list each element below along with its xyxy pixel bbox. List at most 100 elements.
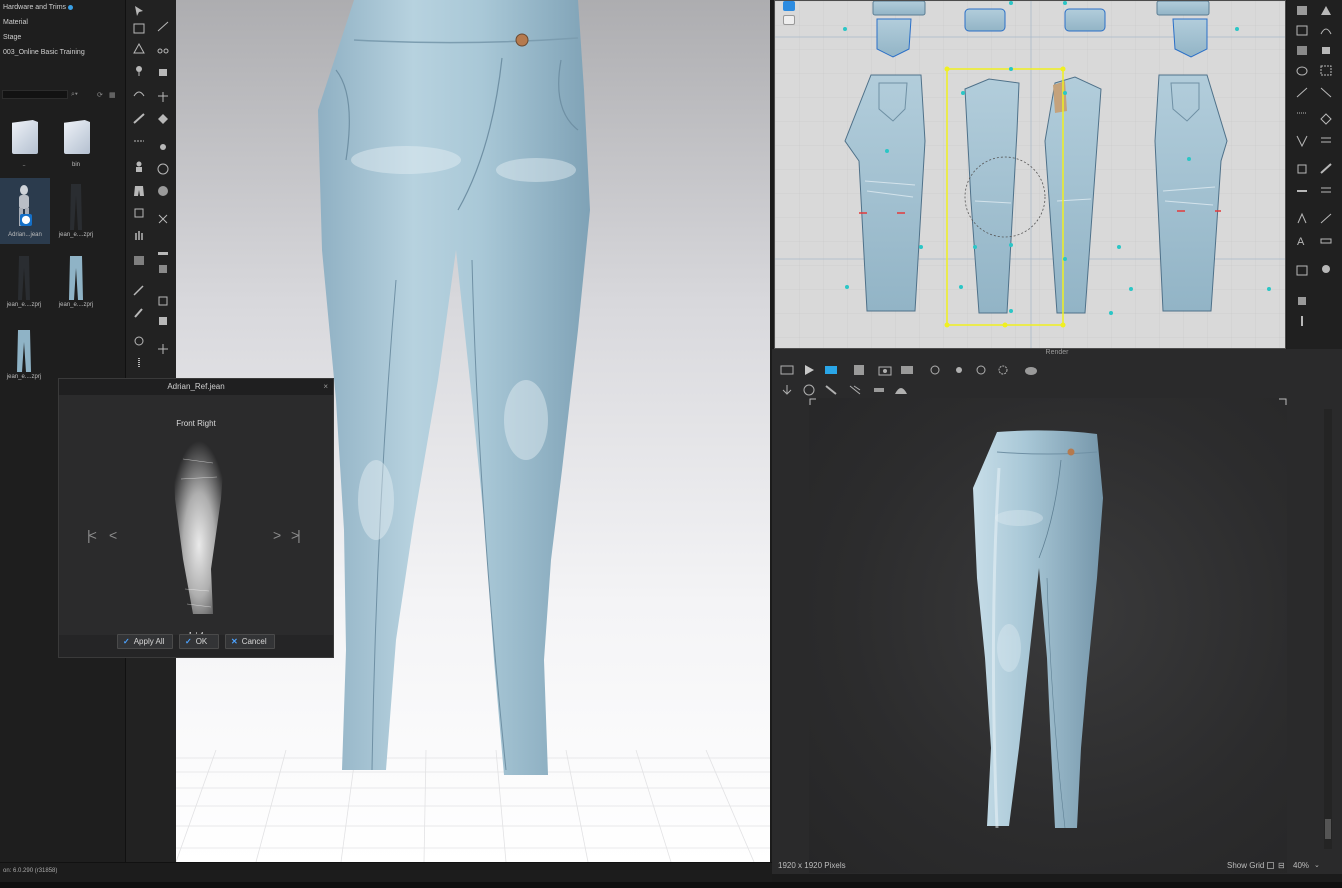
magnifier-icon[interactable]: ⌕▾ (71, 91, 78, 99)
plane-light-icon[interactable] (872, 383, 886, 395)
library-item-garment[interactable]: jean_e....zprj (52, 252, 100, 314)
align-tool-icon[interactable] (156, 20, 170, 33)
first-view-button[interactable]: |< (87, 527, 97, 543)
apply-all-button[interactable]: ✓ Apply All (117, 634, 173, 649)
transform-tool-icon[interactable] (132, 22, 146, 35)
shrink-tool-icon[interactable] (156, 212, 170, 225)
render-scrollbar[interactable] (1324, 409, 1332, 849)
play-render-icon[interactable] (802, 363, 816, 375)
ok-button[interactable]: ✓ OK (179, 634, 219, 649)
globe-tool-icon[interactable] (156, 162, 170, 175)
gear-icon[interactable] (996, 363, 1010, 375)
fold-tool-icon[interactable] (132, 86, 146, 99)
grid-view-icon[interactable]: ▦ (109, 91, 116, 99)
show-grid-checkbox[interactable] (1267, 862, 1274, 869)
sewing-tool-icon[interactable] (132, 134, 146, 147)
texture-2d-icon[interactable] (1295, 162, 1309, 175)
last-view-button[interactable]: >| (291, 527, 301, 543)
render-active-icon[interactable] (824, 363, 838, 375)
tack-tool-icon[interactable] (156, 90, 170, 103)
render-canvas[interactable] (809, 398, 1287, 873)
circle-point-icon[interactable] (156, 140, 170, 153)
graphic-icon[interactable] (1319, 162, 1333, 175)
ruler-icon[interactable] (1319, 234, 1333, 247)
library-item-parent-folder[interactable]: .. (0, 114, 48, 174)
trace-icon[interactable] (1319, 184, 1333, 197)
edit-sewing-icon[interactable] (1295, 106, 1309, 119)
download-icon[interactable] (780, 383, 794, 395)
info-icon[interactable] (68, 4, 74, 10)
zipper-2d-icon[interactable] (1295, 314, 1309, 327)
measure-tool-icon[interactable] (132, 112, 146, 125)
next-view-button[interactable]: > (273, 527, 281, 543)
grading-icon[interactable] (1295, 264, 1309, 277)
zoom-dropdown-icon[interactable]: ⊟ (1278, 857, 1285, 874)
avatar-tool-icon[interactable] (132, 160, 146, 173)
light-settings-icon[interactable] (952, 363, 966, 375)
pattern-window-2d[interactable] (774, 0, 1286, 349)
measure-2d-icon[interactable] (1319, 212, 1333, 225)
light-beam-icon[interactable] (848, 383, 862, 395)
library-link-training[interactable]: 003_Online Basic Training (3, 49, 85, 56)
texture-tool-icon[interactable] (132, 254, 146, 267)
square-tool-icon[interactable] (156, 314, 170, 327)
pattern-mode-icon[interactable] (783, 1, 795, 11)
cancel-button[interactable]: ✕ Cancel (225, 634, 275, 649)
internal-polygon-icon[interactable] (1319, 64, 1333, 77)
image-mode-icon[interactable] (852, 363, 866, 375)
hand-tool-icon[interactable] (132, 228, 146, 241)
edit-texture-icon[interactable] (132, 284, 146, 297)
select-move-tool-icon[interactable] (132, 4, 146, 17)
topstitch-icon[interactable] (1319, 112, 1333, 125)
polygon-icon[interactable] (1295, 44, 1309, 57)
library-search-input[interactable] (2, 90, 68, 99)
select-mesh-icon[interactable] (132, 42, 146, 55)
library-item-garment[interactable]: jean_e....zprj (0, 252, 48, 314)
text-tool-icon[interactable]: A (1295, 234, 1309, 247)
ellipse-icon[interactable] (1295, 64, 1309, 77)
flatten-tool-icon[interactable] (156, 244, 170, 257)
library-link-material[interactable]: Material (3, 19, 28, 26)
library-item-garment[interactable]: jean_e....zprj (0, 326, 48, 386)
edit-point-icon[interactable] (1319, 4, 1333, 17)
globe-icon[interactable] (802, 383, 816, 396)
refresh-icon[interactable]: ⟳ (97, 91, 103, 99)
spotlight-icon[interactable] (824, 383, 838, 395)
button-2d-icon[interactable] (1319, 262, 1333, 275)
library-link-stage[interactable]: Stage (3, 34, 21, 41)
library-item-garment[interactable]: jean_e....zprj (52, 178, 100, 244)
cut-tool-icon[interactable] (156, 42, 170, 55)
jeans-3d-model[interactable] (316, 0, 591, 780)
button-tool-icon[interactable] (132, 334, 146, 347)
pin-tool-icon[interactable] (132, 64, 146, 77)
cloud-icon[interactable] (1024, 363, 1038, 375)
close-icon[interactable]: × (323, 382, 328, 391)
expand-tool-icon[interactable] (156, 342, 170, 355)
garment-tool-icon[interactable] (132, 184, 146, 197)
edit-pattern-icon[interactable] (1295, 4, 1309, 17)
diamond-tool-icon[interactable] (156, 112, 170, 125)
library-link-hardware[interactable]: Hardware and Trims (3, 4, 74, 11)
render-options-icon[interactable] (928, 363, 942, 375)
prev-view-button[interactable]: < (109, 527, 117, 543)
pleat-icon[interactable] (1319, 134, 1333, 147)
environment-icon[interactable] (974, 363, 988, 375)
arrangement-tool-icon[interactable] (132, 206, 146, 219)
video-icon[interactable] (900, 363, 914, 375)
free-sewing-icon[interactable] (1319, 86, 1333, 99)
edit-texture-2d-icon[interactable] (1295, 184, 1309, 197)
chevron-down-icon[interactable]: ⌄ (1314, 857, 1320, 874)
scrollbar-thumb[interactable] (1325, 819, 1331, 839)
fabric-icon[interactable] (1295, 294, 1309, 307)
box-tool-icon[interactable] (156, 262, 170, 275)
rectangle-icon[interactable] (1319, 44, 1333, 57)
edit-curve-icon[interactable] (1319, 24, 1333, 37)
segment-sewing-icon[interactable] (1295, 86, 1309, 99)
zoom-level[interactable]: 40% (1293, 857, 1309, 874)
camera-icon[interactable] (878, 363, 892, 376)
trim-tool-icon[interactable] (156, 294, 170, 307)
pattern-canvas[interactable] (775, 1, 1286, 349)
library-item-bin-folder[interactable]: bin (52, 114, 100, 174)
library-item-avatar[interactable]: ⬤ Adrian...jean (0, 178, 50, 244)
brush-tool-icon[interactable] (132, 306, 146, 319)
